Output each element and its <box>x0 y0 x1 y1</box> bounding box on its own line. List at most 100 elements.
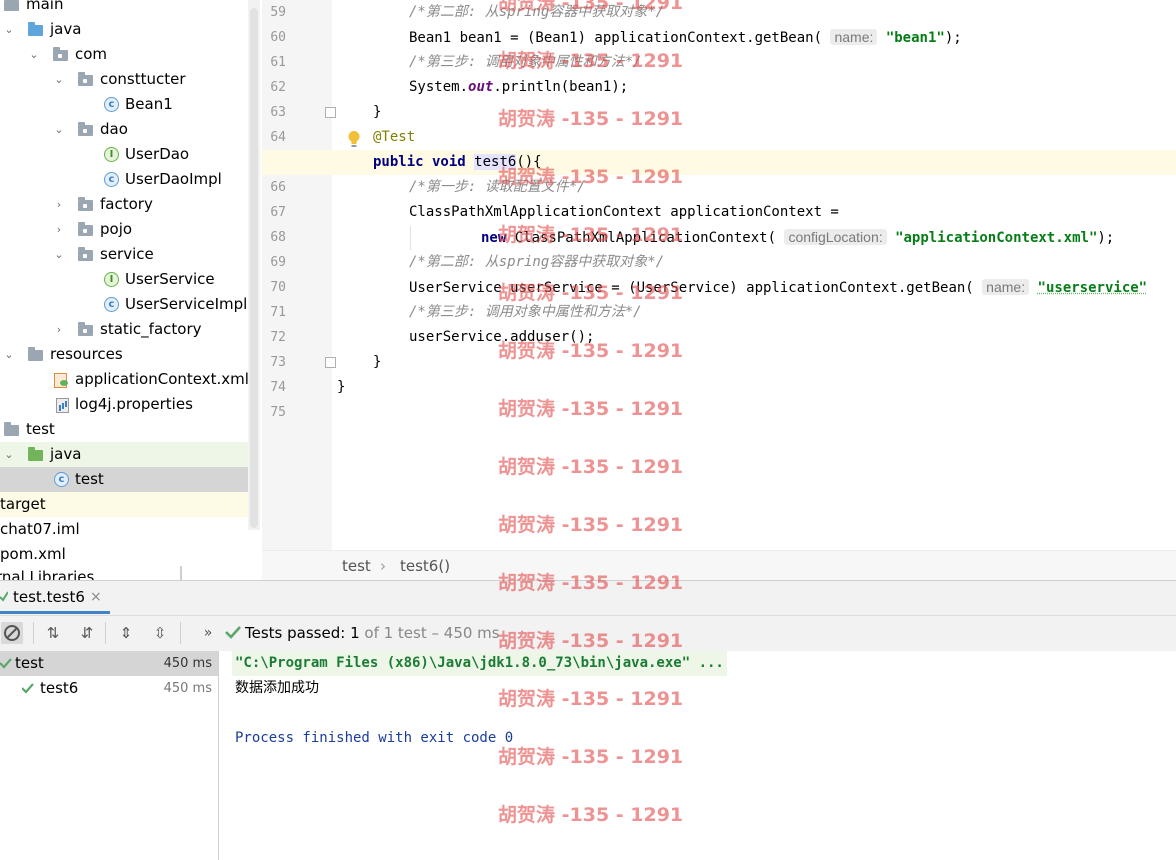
sort-by-duration-icon[interactable]: ⇵ <box>77 623 97 643</box>
tree-item-userservice[interactable]: I UserService <box>0 267 260 292</box>
run-tab[interactable]: test.test6 × <box>0 582 110 614</box>
more-actions-icon[interactable]: » <box>198 623 218 643</box>
tree-item-pojo[interactable]: › pojo <box>0 217 260 242</box>
xml-file-icon <box>54 373 68 388</box>
sort-alphabetically-icon[interactable]: ⇅ <box>43 623 63 643</box>
code-line[interactable]: UserService userService = (UserService) … <box>332 275 1176 300</box>
tree-item-target[interactable]: target <box>0 492 260 517</box>
breadcrumb-item-method[interactable]: test6() <box>400 551 450 581</box>
line-number: 70 <box>270 280 286 295</box>
code-line[interactable]: @Test <box>332 125 1176 150</box>
tree-item-static-factory[interactable]: › static_factory <box>0 317 260 342</box>
tree-item-dao[interactable]: ⌄ dao <box>0 117 260 142</box>
watermark-text: 胡贺涛 -135 - 1291 <box>498 398 684 420</box>
code-line[interactable]: } <box>332 375 1176 400</box>
expand-all-icon[interactable]: ⇕ <box>116 623 136 643</box>
code-line-current[interactable]: public void test6(){ <box>262 150 1176 175</box>
chevron-down-icon[interactable]: ⌄ <box>53 242 65 267</box>
indent-guide <box>410 226 411 250</box>
stop-icon[interactable] <box>1 622 23 644</box>
tree-scrollbar-thumb[interactable] <box>250 8 258 528</box>
code-line[interactable]: /*第二部: 从spring容器中获取对象*/ <box>332 0 1176 25</box>
result-row-test6[interactable]: test6 450 ms <box>0 676 218 701</box>
folder-icon <box>4 422 19 436</box>
line-number: 73 <box>270 355 286 370</box>
code-line[interactable]: /*第一步: 读取配置文件*/ <box>332 175 1176 200</box>
chevron-right-icon[interactable]: › <box>53 192 65 217</box>
result-time: 450 ms <box>163 656 212 671</box>
tree-item-resources[interactable]: ⌄ resources <box>0 342 260 367</box>
tree-item-userdaoimpl[interactable]: c UserDaoImpl <box>0 167 260 192</box>
watermark-text: 胡贺涛 -135 - 1291 <box>498 108 684 130</box>
code-line[interactable]: /*第二部: 从spring容器中获取对象*/ <box>332 250 1176 275</box>
tree-item-label: log4j.properties <box>75 395 193 413</box>
code-line[interactable]: } <box>332 350 1176 375</box>
result-row-test[interactable]: test 450 ms <box>0 651 218 676</box>
tree-item-service[interactable]: ⌄ service <box>0 242 260 267</box>
tree-item-label: static_factory <box>100 320 202 338</box>
tree-item-test-java[interactable]: ⌄ java <box>0 442 260 467</box>
line-number: 59 <box>270 5 286 20</box>
tree-item-userdao[interactable]: I UserDao <box>0 142 260 167</box>
code-line[interactable]: } <box>332 100 1176 125</box>
tree-item-java[interactable]: ⌄ java <box>0 17 260 42</box>
tree-item-label: chat07.iml <box>0 520 80 538</box>
result-label: test <box>15 654 44 672</box>
tree-item-com[interactable]: ⌄ com <box>0 42 260 67</box>
test-status: Tests passed: 1 of 1 test – 450 ms <box>245 624 500 642</box>
code-line[interactable]: userService.adduser(); <box>332 325 1176 350</box>
code-line[interactable]: /*第三步: 调用对象中属性和方法*/ <box>332 300 1176 325</box>
tree-item-consttucter[interactable]: ⌄ consttucter <box>0 67 260 92</box>
chevron-down-icon[interactable]: ⌄ <box>28 42 40 67</box>
tree-item-bean1[interactable]: c Bean1 <box>0 92 260 117</box>
tree-item-label: UserDao <box>125 145 190 163</box>
tree-hscroll-marker <box>180 566 182 580</box>
code-line[interactable]: System.out.println(bean1); <box>332 75 1176 100</box>
tree-item-pom-xml[interactable]: pom.xml <box>0 542 260 567</box>
console-output[interactable] <box>219 651 1176 860</box>
chevron-down-icon[interactable]: ⌄ <box>53 67 65 92</box>
parameter-hint: configLocation: <box>784 229 887 245</box>
chevron-down-icon[interactable]: ⌄ <box>3 442 15 467</box>
tree-item-external-libraries[interactable]: rnal Libraries <box>0 567 260 580</box>
console-output-line: 数据添加成功 <box>235 680 319 696</box>
toolbar-separator <box>105 622 106 644</box>
test-passed-icon <box>0 591 8 602</box>
code-line[interactable]: new ClassPathXmlApplicationContext( conf… <box>332 225 1176 250</box>
tree-item-label: test <box>26 420 55 438</box>
breadcrumb-item-class[interactable]: test <box>342 551 371 581</box>
close-icon[interactable]: × <box>90 582 102 612</box>
tree-item-test-class[interactable]: c test <box>0 467 260 492</box>
tree-item-label: main <box>26 0 64 13</box>
tree-item-chat07-iml[interactable]: chat07.iml <box>0 517 260 542</box>
tree-item-factory[interactable]: › factory <box>0 192 260 217</box>
tree-item-applicationcontext-xml[interactable]: applicationContext.xml <box>0 367 260 392</box>
chevron-down-icon[interactable]: ⌄ <box>53 117 65 142</box>
tree-item-test-folder[interactable]: test <box>0 417 260 442</box>
result-time: 450 ms <box>163 681 212 696</box>
tree-item-userserviceimpl[interactable]: c UserServiceImpl <box>0 292 260 317</box>
chevron-down-icon[interactable]: ⌄ <box>3 17 15 42</box>
tree-item-main[interactable]: main <box>0 0 260 17</box>
collapse-all-icon[interactable]: ⇳ <box>150 623 170 643</box>
code-line[interactable] <box>332 400 1176 425</box>
class-icon: c <box>104 172 119 187</box>
code-line[interactable]: ClassPathXmlApplicationContext applicati… <box>332 200 1176 225</box>
tree-item-label: pojo <box>100 220 133 238</box>
chevron-right-icon[interactable]: › <box>53 217 65 242</box>
test-class-icon: c <box>54 472 69 487</box>
watermark-text: 胡贺涛 -135 - 1291 <box>498 688 684 710</box>
test-passed-icon <box>0 658 12 669</box>
watermark-text: 胡贺涛 -135 - 1291 <box>498 572 684 594</box>
tree-item-log4j-properties[interactable]: log4j.properties <box>0 392 260 417</box>
chevron-right-icon[interactable]: › <box>53 317 65 342</box>
tree-item-label: rnal Libraries <box>0 568 95 580</box>
code-line[interactable]: /*第三步: 调用对象中属性和方法*/ <box>332 50 1176 75</box>
tree-item-label: UserDaoImpl <box>125 170 222 188</box>
line-number: 75 <box>270 405 286 420</box>
code-line[interactable]: Bean1 bean1 = (Bean1) applicationContext… <box>332 25 1176 50</box>
chevron-down-icon[interactable]: ⌄ <box>3 342 15 367</box>
tree-item-label: Bean1 <box>125 95 173 113</box>
project-tree[interactable]: main ⌄ java ⌄ com ⌄ consttucter c Bean1 … <box>0 0 260 580</box>
class-icon: c <box>104 297 119 312</box>
